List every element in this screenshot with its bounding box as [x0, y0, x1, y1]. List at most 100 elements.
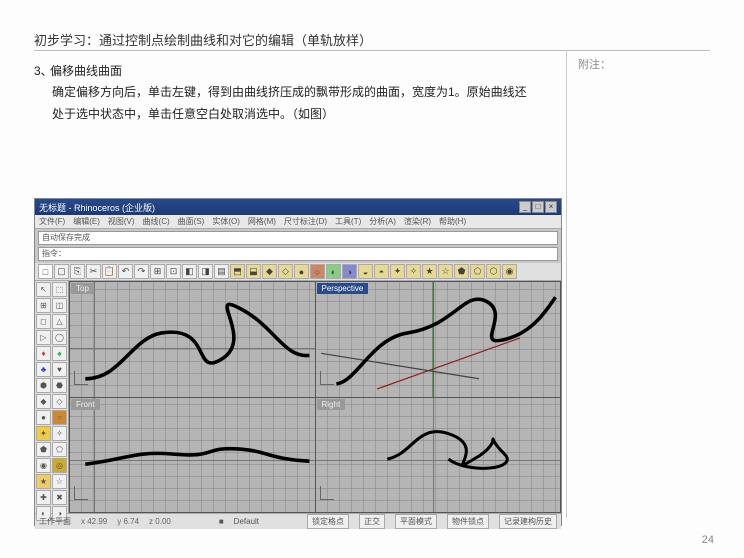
menu-item[interactable]: 渲染(R): [404, 216, 431, 227]
sidebar-tool-button[interactable]: ◯: [52, 330, 67, 345]
sidebar-tool-button[interactable]: △: [52, 314, 67, 329]
viewport-front[interactable]: Front: [70, 398, 315, 513]
sidebar-tool-button[interactable]: ⬚: [52, 282, 67, 297]
sidebar-tool-button[interactable]: ⬢: [36, 378, 51, 393]
sidebar-tool-button[interactable]: ♥: [52, 362, 67, 377]
menu-item[interactable]: 网格(M): [248, 216, 276, 227]
statusbar: 工作平面 x 42.99 y 6.74 z 0.00 ■ Default 锁定格…: [35, 513, 561, 529]
sidebar-tool-button[interactable]: ♦: [36, 346, 51, 361]
toolbar-button[interactable]: ☆: [438, 264, 453, 279]
sidebar-tool-button[interactable]: ✚: [36, 490, 51, 505]
toolbar-button[interactable]: ⬠: [470, 264, 485, 279]
toolbar-button[interactable]: ○: [310, 264, 325, 279]
minimize-button[interactable]: _: [519, 201, 531, 213]
menu-item[interactable]: 帮助(H): [439, 216, 466, 227]
window-title: 无标题 - Rhinoceros (企业版): [39, 201, 155, 214]
toolbar-button[interactable]: ⎘: [70, 264, 85, 279]
section-title: 偏移曲线曲面: [50, 62, 122, 79]
status-btn[interactable]: 锁定格点: [307, 514, 349, 529]
status-btn[interactable]: 正交: [359, 514, 385, 529]
toolbar-button[interactable]: ▢: [54, 264, 69, 279]
toolbar-button[interactable]: ◒: [358, 264, 373, 279]
toolbar-button[interactable]: ✧: [406, 264, 421, 279]
status-btn[interactable]: 平面模式: [395, 514, 437, 529]
sidebar-tool-button[interactable]: ☆: [52, 474, 67, 489]
toolbar-button[interactable]: ◉: [502, 264, 517, 279]
command-history: 自动保存完成: [38, 231, 558, 245]
toolbar-button[interactable]: ↷: [134, 264, 149, 279]
menu-item[interactable]: 曲线(C): [143, 216, 170, 227]
sidebar-tool-button[interactable]: ★: [36, 474, 51, 489]
toolbar-button[interactable]: 📋: [102, 264, 117, 279]
sidebar-divider: [566, 50, 567, 518]
page-number: 24: [702, 534, 714, 546]
sidebar-tool-button[interactable]: ✖: [52, 490, 67, 505]
status-y: y 6.74: [117, 517, 139, 526]
toolbar-button[interactable]: ⊡: [166, 264, 181, 279]
sidebar-tool-button[interactable]: ⬣: [52, 378, 67, 393]
menu-item[interactable]: 编辑(E): [73, 216, 100, 227]
status-z: z 0.00: [149, 517, 171, 526]
command-prompt[interactable]: 指令：: [38, 247, 558, 261]
toolbar-button[interactable]: ⬟: [454, 264, 469, 279]
sidebar-tool-button[interactable]: ◫: [52, 298, 67, 313]
sidebar-tool-button[interactable]: ♠: [52, 346, 67, 361]
page-title: 初步学习：通过控制点绘制曲线和对它的编辑（单轨放样）: [34, 30, 372, 49]
sidebar-tool-button[interactable]: ◻: [36, 314, 51, 329]
toolbar-button[interactable]: ◆: [262, 264, 277, 279]
toolbar-button[interactable]: ⊞: [150, 264, 165, 279]
sidebar-tool-button[interactable]: ⬟: [36, 442, 51, 457]
sidebar-tool-button[interactable]: ✧: [52, 426, 67, 441]
body-paragraph: 确定偏移方向后，单击左键，得到由曲线挤压成的飘带形成的曲面，宽度为1。原始曲线还…: [52, 82, 530, 125]
menubar[interactable]: 文件(F) 编辑(E) 视图(V) 曲线(C) 曲面(S) 实体(O) 网格(M) 尺寸标注(…: [35, 215, 561, 229]
close-button[interactable]: ×: [545, 201, 557, 213]
toolbar-button[interactable]: ◓: [374, 264, 389, 279]
sidebar-tool-button[interactable]: ♣: [36, 362, 51, 377]
toolbar-button[interactable]: □: [38, 264, 53, 279]
viewport-perspective[interactable]: Perspective: [316, 282, 561, 397]
menu-item[interactable]: 曲面(S): [178, 216, 205, 227]
maximize-button[interactable]: □: [532, 201, 544, 213]
sidebar-tool-button[interactable]: ○: [52, 410, 67, 425]
sidebar-tool-button[interactable]: ✦: [36, 426, 51, 441]
sidebar-tool-button[interactable]: ⬠: [52, 442, 67, 457]
annotate-label: 附注：: [578, 56, 611, 72]
toolbar-button[interactable]: ⬒: [230, 264, 245, 279]
menu-item[interactable]: 实体(O): [212, 216, 240, 227]
status-plane: 工作平面: [39, 516, 71, 527]
toolbar-button[interactable]: ◇: [278, 264, 293, 279]
toolbar-button[interactable]: ✦: [390, 264, 405, 279]
sidebar-tool-button[interactable]: ●: [36, 410, 51, 425]
menu-item[interactable]: 视图(V): [108, 216, 135, 227]
toolbar-button[interactable]: ⬡: [486, 264, 501, 279]
toolbar-button[interactable]: ◧: [182, 264, 197, 279]
sidebar-tool-button[interactable]: ◇: [52, 394, 67, 409]
menu-item[interactable]: 文件(F): [39, 216, 65, 227]
toolbar-button[interactable]: ◐: [326, 264, 341, 279]
toolbar-button[interactable]: ⬓: [246, 264, 261, 279]
sidebar-tool-button[interactable]: ▷: [36, 330, 51, 345]
sidebar-tool-button[interactable]: ⊞: [36, 298, 51, 313]
toolbar-button[interactable]: ★: [422, 264, 437, 279]
sidebar-tool-button[interactable]: ◉: [36, 458, 51, 473]
viewport-top[interactable]: Top: [70, 282, 315, 397]
status-btn[interactable]: 记录建构历史: [499, 514, 557, 529]
sidebar-tool-button[interactable]: ↖: [36, 282, 51, 297]
menu-item[interactable]: 工具(T): [335, 216, 361, 227]
sidebar-tool-button[interactable]: ◆: [36, 394, 51, 409]
status-x: x 42.99: [81, 517, 107, 526]
toolbar-button[interactable]: ▤: [214, 264, 229, 279]
toolbar-button[interactable]: ◑: [342, 264, 357, 279]
toolbar-button[interactable]: ↶: [118, 264, 133, 279]
toolbar-button[interactable]: ◨: [198, 264, 213, 279]
toolbar-button[interactable]: ✂: [86, 264, 101, 279]
menu-item[interactable]: 分析(A): [369, 216, 396, 227]
menu-item[interactable]: 尺寸标注(D): [284, 216, 327, 227]
tool-sidebar: ↖⬚⊞◫◻△▷◯♦♠♣♥⬢⬣◆◇●○✦✧⬟⬠◉◎★☆✚✖◐◑: [35, 281, 69, 513]
status-btn[interactable]: 物件锁点: [447, 514, 489, 529]
status-layer: Default: [234, 517, 259, 526]
screenshot-window: 无标题 - Rhinoceros (企业版) _ □ × 文件(F) 编辑(E) 视…: [34, 198, 562, 526]
toolbar-button[interactable]: ●: [294, 264, 309, 279]
sidebar-tool-button[interactable]: ◎: [52, 458, 67, 473]
viewport-right[interactable]: Right: [316, 398, 561, 513]
